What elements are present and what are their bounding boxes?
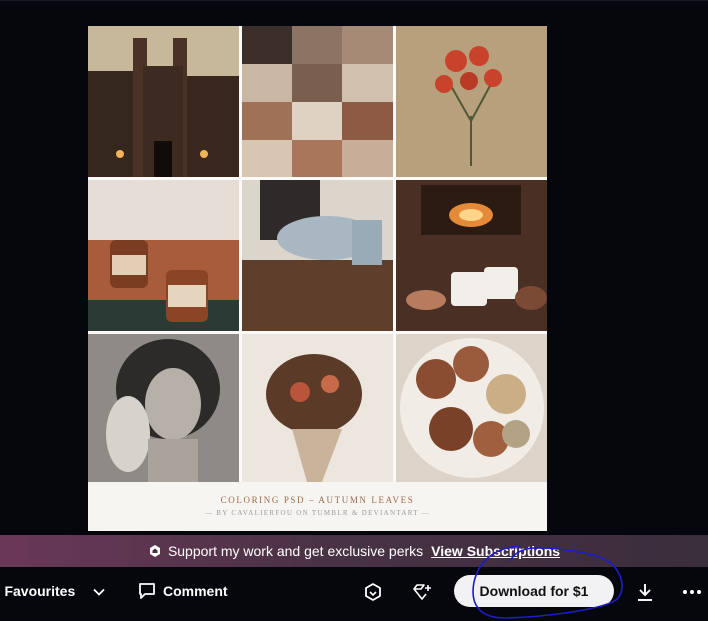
artwork-caption: COLORING PSD – AUTUMN LEAVES — BY CAVALI… [88, 482, 547, 531]
tile-fireplace-coffee [396, 180, 547, 331]
download-button[interactable] [634, 581, 656, 603]
perks-banner: Support my work and get exclusive perks … [0, 535, 708, 567]
action-toolbar: o Favourites Comment Download for $1 [0, 567, 708, 621]
download-icon [638, 584, 652, 601]
download-label: Download for $1 [479, 583, 589, 599]
comment-icon [139, 583, 155, 599]
give-badge-button[interactable] [362, 581, 384, 603]
tile-flowers-illustration [396, 26, 547, 177]
subscription-badge-icon [149, 545, 160, 557]
tile-quilt [242, 26, 393, 177]
favourites-dropdown-button[interactable] [92, 585, 106, 599]
more-icon [683, 590, 701, 594]
deviation-viewer: COLORING PSD – AUTUMN LEAVES — BY CAVALI… [0, 0, 708, 535]
caption-credit: — BY CAVALIERFOU ON TUMBLR & DEVIANTART … [204, 509, 431, 517]
view-subscriptions-link[interactable]: View Subscriptions [431, 543, 560, 559]
chevron-down-icon [93, 588, 105, 596]
gift-icon [365, 583, 381, 601]
caption-title: COLORING PSD – AUTUMN LEAVES [220, 495, 415, 505]
top-divider [0, 0, 708, 1]
tile-person-sitting [242, 180, 393, 331]
tile-candles [88, 180, 239, 331]
tile-castle [88, 26, 239, 177]
tile-portrait [88, 334, 239, 485]
artwork-image[interactable]: COLORING PSD – AUTUMN LEAVES — BY CAVALI… [88, 26, 547, 531]
add-to-collection-button[interactable] [411, 581, 433, 603]
tile-bouquet [242, 334, 393, 485]
tile-macarons [396, 334, 547, 485]
more-options-button[interactable] [681, 581, 703, 603]
download-purchase-button[interactable]: Download for $1 [454, 575, 614, 607]
comment-label: Comment [163, 583, 228, 599]
perks-text: Support my work and get exclusive perks [167, 543, 424, 559]
comment-button[interactable]: Comment [137, 581, 228, 601]
add-to-favourites-button[interactable]: o Favourites [0, 583, 75, 599]
add-collection-icon [413, 584, 431, 600]
favourites-label: o Favourites [0, 583, 76, 599]
